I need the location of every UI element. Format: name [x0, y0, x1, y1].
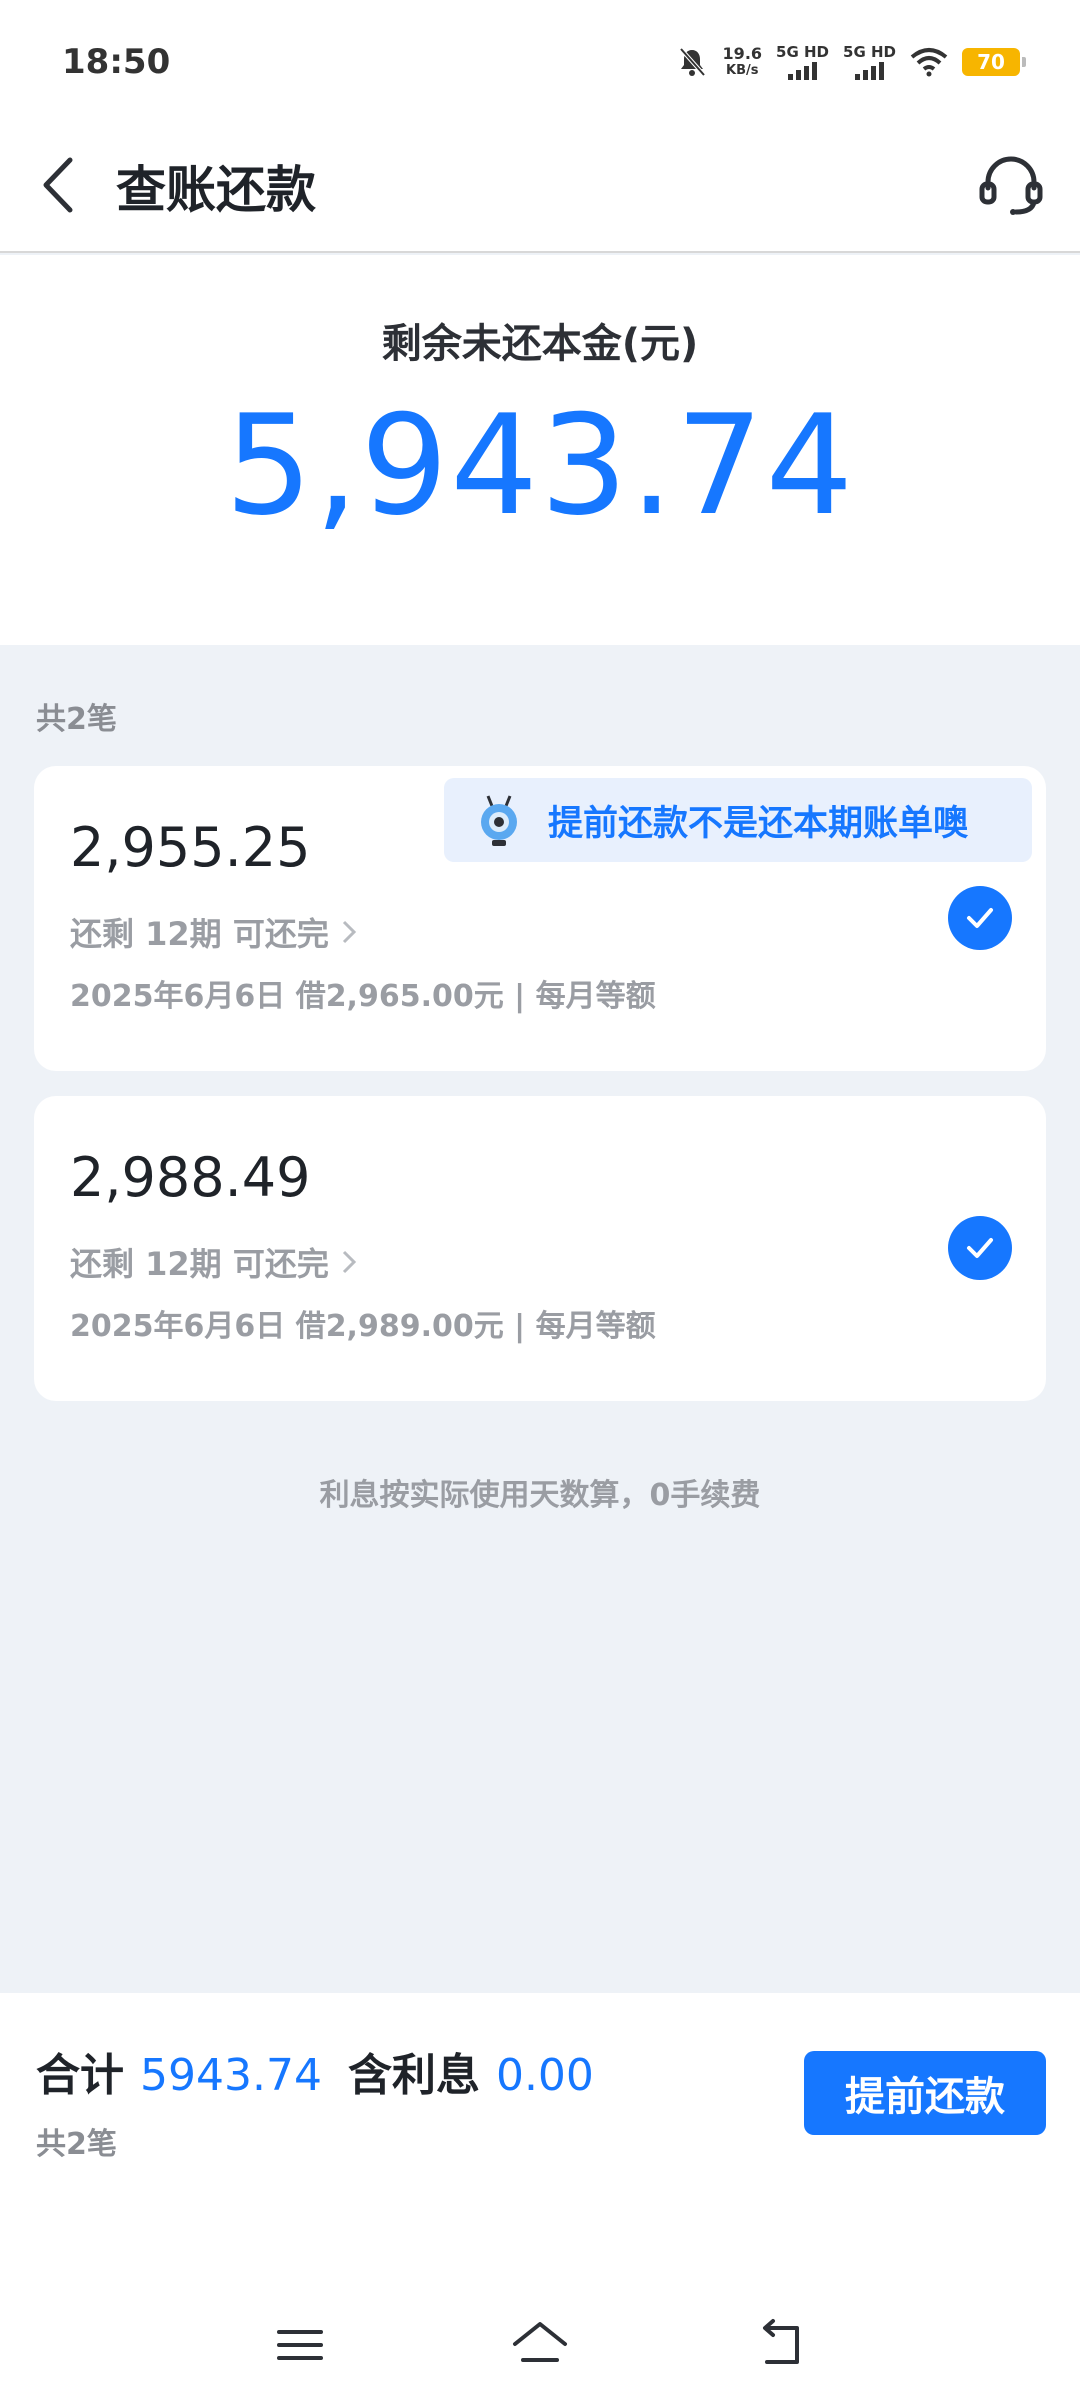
bottom-action-bar: 合计 5943.74 含利息 0.00 共2笔 提前还款 — [0, 1993, 1080, 2408]
total-value: 5943.74 — [140, 2050, 322, 2101]
battery-icon: 70 — [962, 48, 1026, 76]
loan-remain-text: 还剩 12期 可还完 — [70, 915, 329, 953]
loan-remain-text: 还剩 12期 可还完 — [70, 1245, 329, 1283]
loan-amount: 2,955.25 — [70, 816, 311, 879]
signal-2: 5G HD — [843, 44, 896, 80]
chevron-right-icon — [342, 1250, 356, 1274]
menu-button[interactable] — [265, 2310, 335, 2380]
back-system-button[interactable] — [745, 2310, 815, 2380]
customer-service-button[interactable] — [976, 150, 1046, 220]
principal-amount: 5,943.74 — [224, 385, 856, 546]
menu-icon — [277, 2330, 323, 2360]
loan-remain-link[interactable]: 还剩 12期 可还完 — [70, 909, 359, 955]
signal-2-label: 5G HD — [843, 43, 896, 61]
loan-checkbox[interactable] — [948, 1216, 1012, 1280]
chevron-right-icon — [342, 920, 356, 944]
total-line: 合计 5943.74 含利息 0.00 — [36, 2039, 594, 2103]
interest-value: 0.00 — [495, 2050, 594, 2101]
total-label: 合计 — [36, 2050, 124, 2101]
status-icons: 19.6 KB/s 5G HD 5G HD 70 — [675, 40, 1026, 84]
back-button[interactable] — [34, 150, 94, 220]
speed-unit: KB/s — [726, 63, 759, 78]
principal-label: 剩余未还本金(元) — [381, 321, 699, 367]
loan-card[interactable]: 2,988.49 还剩 12期 可还完 2025年6月6日 借2,989.00元… — [34, 1096, 1046, 1401]
loan-remain-link[interactable]: 还剩 12期 可还完 — [70, 1239, 359, 1285]
interest-label: 含利息 — [347, 2050, 480, 2101]
loan-card[interactable]: 2,955.25 还剩 12期 可还完 2025年6月6日 借2,965.00元… — [34, 766, 1046, 1071]
status-time: 18:50 — [62, 42, 171, 82]
page-title: 查账还款 — [116, 161, 316, 219]
system-nav-bar — [0, 2300, 1080, 2390]
header: 查账还款 — [0, 120, 1080, 253]
signal-1-label: 5G HD — [776, 43, 830, 61]
interest-note: 利息按实际使用天数算，0手续费 — [319, 1478, 761, 1513]
signal-bars-icon — [855, 62, 884, 80]
check-icon — [967, 1238, 993, 1258]
speed-value: 19.6 — [722, 44, 763, 63]
status-bar: 18:50 19.6 KB/s 5G HD 5G HD 70 — [0, 0, 1080, 120]
network-speed: 19.6 KB/s — [723, 45, 762, 79]
loan-detail: 2025年6月6日 借2,965.00元 | 每月等额 — [70, 979, 656, 1014]
chevron-left-icon — [43, 157, 73, 213]
check-icon — [967, 908, 993, 928]
loan-checkbox[interactable] — [948, 886, 1012, 950]
loan-detail: 2025年6月6日 借2,989.00元 | 每月等额 — [70, 1309, 656, 1344]
return-icon — [763, 2319, 799, 2364]
prepay-button[interactable]: 提前还款 — [804, 2051, 1046, 2135]
prepay-tip: 提前还款不是还本期账单噢 — [444, 778, 1032, 862]
home-icon — [513, 2322, 567, 2362]
home-button[interactable] — [505, 2310, 575, 2380]
principal-summary: 剩余未还本金(元) 5,943.74 — [0, 255, 1080, 645]
total-count: 共2笔 — [36, 2127, 117, 2162]
robot-mascot-icon — [481, 795, 517, 846]
signal-bars-icon — [788, 62, 818, 80]
signal-1: 5G HD — [776, 44, 829, 80]
loan-amount: 2,988.49 — [70, 1146, 311, 1209]
loan-count: 共2笔 — [36, 702, 117, 737]
mute-bell-icon — [679, 47, 706, 77]
headset-icon — [979, 156, 1043, 215]
prepay-tip-text: 提前还款不是还本期账单噢 — [548, 803, 969, 844]
wifi-icon — [910, 48, 948, 77]
